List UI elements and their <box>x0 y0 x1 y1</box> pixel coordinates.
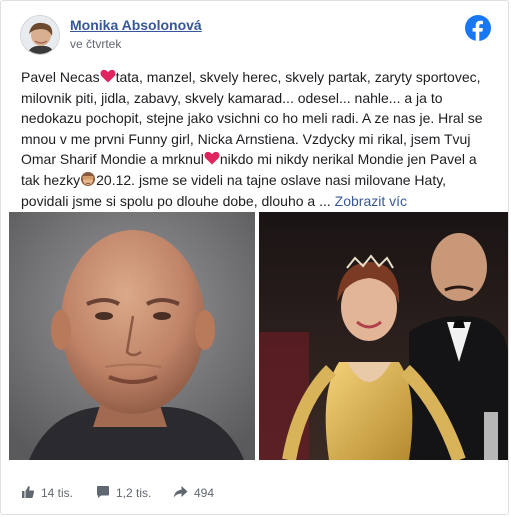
post-header: Monika Absolonová ve čtvrtek <box>1 1 508 63</box>
red-heart-emoji <box>100 69 116 85</box>
share-arrow-icon <box>173 485 194 502</box>
comment-icon <box>96 485 116 502</box>
post-text: Pavel Necas tata, manzel, skvely herec, s… <box>21 67 493 211</box>
post-photos <box>1 212 508 464</box>
facebook-icon[interactable] <box>465 15 491 41</box>
thumbs-up-icon <box>21 485 41 502</box>
facebook-post-card: Monika Absolonová ve čtvrtek Pavel Necas… <box>0 0 509 515</box>
post-date-link[interactable]: ve čtvrtek <box>70 37 121 51</box>
shares-count: 494 <box>194 486 215 500</box>
comments-count: 1,2 tis. <box>116 486 152 500</box>
likes-count: 14 tis. <box>41 486 74 500</box>
red-heart-emoji <box>204 151 220 167</box>
see-no-evil-monkey-emoji <box>80 171 96 188</box>
photo-portrait[interactable] <box>9 212 255 460</box>
post-text-part-1: Pavel Necas <box>21 69 100 85</box>
photo-stage[interactable] <box>259 212 508 460</box>
author-name-link[interactable]: Monika Absolonová <box>70 17 202 33</box>
comments-stat[interactable]: 1,2 tis. <box>96 475 151 511</box>
shares-stat[interactable]: 494 <box>173 475 214 511</box>
post-footer-stats: 14 tis. 1,2 tis. 494 <box>1 475 508 511</box>
author-avatar[interactable] <box>20 15 60 55</box>
see-more-link[interactable]: Zobrazit víc <box>335 193 407 209</box>
likes-stat[interactable]: 14 tis. <box>21 475 73 511</box>
